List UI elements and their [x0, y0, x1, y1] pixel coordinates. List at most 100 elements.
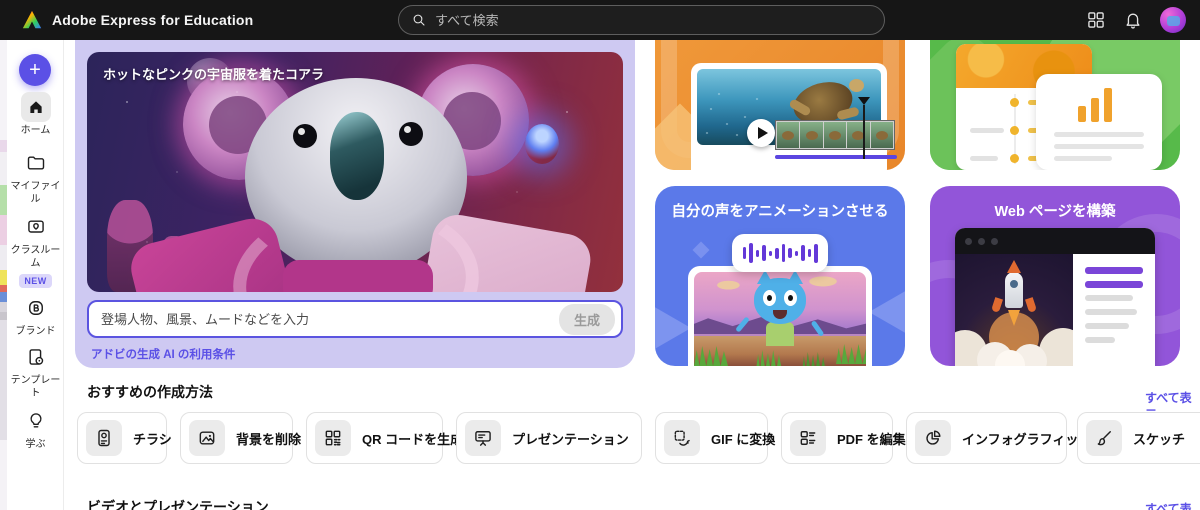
sidebar-item-label: ホーム	[20, 125, 51, 136]
topbar-actions	[1086, 0, 1186, 40]
filmstrip-frame	[823, 122, 847, 148]
promo-card-build-webpage[interactable]: Web ページを構築	[930, 186, 1180, 366]
mushroom-shape	[159, 236, 189, 292]
quick-action-label: インフォグラフィック	[962, 431, 1092, 447]
sidebar-item-label: 学ぶ	[25, 439, 46, 450]
quick-action-label: PDF を編集	[837, 431, 906, 447]
rocket-fin	[1025, 297, 1037, 313]
sidebar-item-label: ブランド	[15, 326, 56, 337]
rocket-launch-image	[955, 254, 1073, 366]
generate-prompt-field: 生成	[87, 300, 623, 338]
quick-action-label: スケッチ	[1133, 431, 1186, 447]
videos-presentations-title: ビデオとプレゼンテーション	[87, 499, 269, 510]
sidebar-item-templates[interactable]: テンプレート	[7, 342, 64, 400]
spacesuit-shoulder-left	[125, 213, 295, 292]
waveform-bar	[755, 249, 759, 257]
quick-action-flyer[interactable]: チラシ	[77, 412, 172, 464]
adobe-express-logo	[22, 10, 42, 29]
quick-action-remove-background[interactable]: 背景を削除	[180, 412, 301, 464]
create-new-button[interactable]: +	[19, 54, 51, 86]
sidebar-item-brand[interactable]: ブランド	[7, 293, 64, 338]
voice-waveform-pill	[732, 234, 828, 272]
timeline-dot	[1010, 126, 1019, 135]
lightbulb-icon	[21, 406, 51, 436]
notifications-bell-icon[interactable]	[1123, 10, 1143, 30]
sidebar-item-label: テンプレート	[10, 375, 61, 399]
background-window-sliver	[0, 40, 7, 510]
browser-mockup	[955, 228, 1155, 366]
playhead-marker	[858, 97, 870, 105]
playhead-line	[863, 105, 865, 159]
timeline-dot	[1010, 98, 1019, 107]
spacesuit-shoulder-right	[419, 210, 595, 292]
quick-action-convert-gif[interactable]: GIF に変換	[655, 412, 775, 464]
quick-action-label: 背景を削除	[236, 431, 302, 447]
hero-image: ホットなピンクの宇宙服を着たコアラ	[87, 52, 623, 292]
cat-eye	[763, 290, 776, 306]
genai-terms-link[interactable]: アドビの生成 AI の利用条件	[91, 346, 235, 362]
quick-action-label: QR コードを生成	[362, 431, 464, 447]
chevron-shape	[692, 241, 710, 259]
videos-see-all-link[interactable]: すべて表示	[1145, 500, 1200, 510]
promo-card-title: Web ページを構築	[994, 204, 1116, 220]
sidebar-item-home[interactable]: ホーム	[7, 92, 64, 137]
window-dot	[978, 237, 985, 245]
koala-eye-left	[293, 124, 317, 148]
promo-card-documents[interactable]	[930, 18, 1180, 170]
prompt-input[interactable]	[101, 311, 559, 327]
folder-icon	[21, 148, 51, 178]
quick-action-edit-pdf[interactable]: PDF を編集	[781, 412, 906, 464]
template-icon	[21, 342, 51, 372]
sidebar-item-label: クラスルーム	[10, 245, 61, 269]
chevron-shape	[655, 298, 691, 358]
quick-action-sketch[interactable]: スケッチ	[1077, 412, 1200, 464]
promo-card-video-trim[interactable]	[655, 18, 905, 170]
waveform-bar	[794, 250, 798, 256]
text-bar	[1085, 295, 1133, 301]
presentation-icon	[465, 420, 501, 456]
image-icon	[189, 420, 225, 456]
qr-code-icon	[315, 420, 351, 456]
brand-icon	[21, 293, 51, 323]
sidebar-item-learn[interactable]: 学ぶ	[7, 406, 64, 451]
quick-action-generate-qr[interactable]: QR コードを生成	[306, 412, 463, 464]
waveform-bar	[749, 243, 753, 263]
sidebar-item-classroom[interactable]: クラスルーム NEW	[7, 212, 64, 289]
rocket-body	[1005, 260, 1023, 308]
koala-head	[245, 78, 467, 276]
sidebar: + ホーム マイファイル クラスルーム NEW ブランド テンプレート 学ぶ	[7, 40, 64, 510]
generative-ai-hero-panel: ホットなピンクの宇宙服を着たコアラ 生成 アドビの生成 AI の利用条件	[75, 40, 635, 368]
quick-action-label: プレゼンテーション	[512, 431, 629, 447]
apps-grid-icon[interactable]	[1086, 10, 1106, 30]
filmstrip-frame	[800, 122, 823, 148]
filmstrip-frame	[847, 122, 870, 148]
text-bar	[1085, 267, 1143, 274]
waveform-bar	[781, 244, 785, 262]
sidebar-item-my-files[interactable]: マイファイル	[7, 148, 64, 206]
cat-eye	[784, 290, 797, 306]
quick-action-infographic[interactable]: インフォグラフィック	[906, 412, 1091, 464]
top-app-bar: Adobe Express for Education	[0, 0, 1200, 40]
quick-action-presentation[interactable]: プレゼンテーション	[456, 412, 642, 464]
video-editor-mockup	[691, 63, 897, 170]
waveform-bar	[768, 250, 772, 256]
timeline-bar	[775, 155, 897, 159]
waveform-bar	[775, 247, 779, 259]
text-bar	[1085, 281, 1143, 288]
window-dot	[991, 237, 998, 245]
waveform-bar	[742, 247, 746, 259]
search-input[interactable]	[435, 12, 872, 28]
bar-chart-icon	[1078, 86, 1112, 122]
cat-body	[766, 322, 794, 346]
user-avatar[interactable]	[1160, 7, 1186, 33]
text-bar	[1085, 323, 1129, 329]
promo-card-animate-voice[interactable]: 自分の声をアニメーションさせる	[655, 186, 905, 366]
waveform-bar	[814, 243, 818, 263]
app-title: Adobe Express for Education	[52, 12, 254, 28]
waveform-bar	[807, 249, 811, 257]
chevron-shape	[869, 282, 905, 342]
cat-head	[754, 272, 806, 324]
generate-button[interactable]: 生成	[558, 303, 615, 335]
animation-scene-frame	[688, 266, 872, 366]
waveform-bar	[762, 245, 766, 261]
